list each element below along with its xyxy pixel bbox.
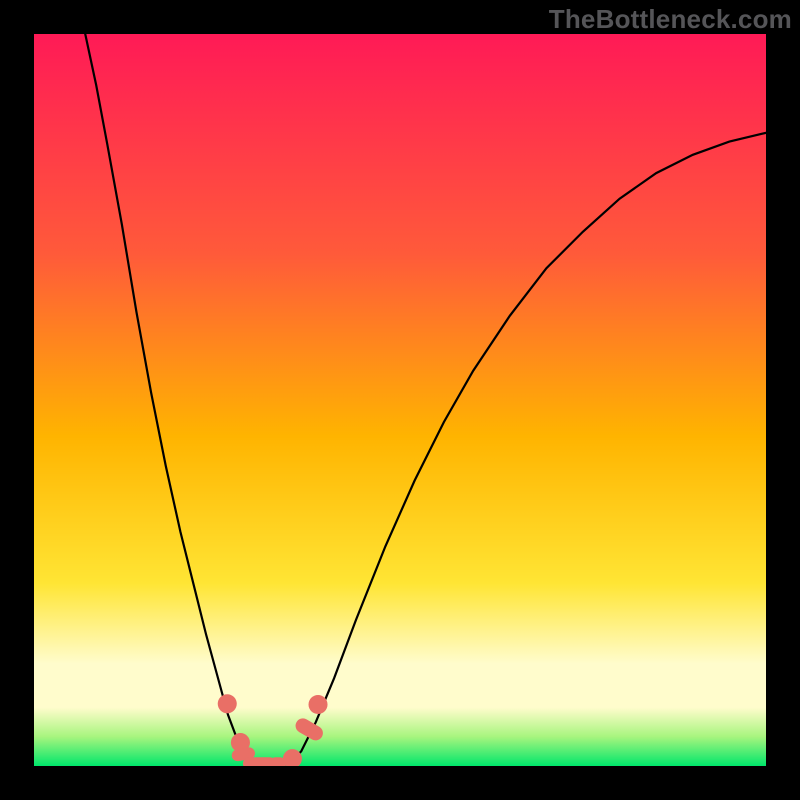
- plot-area: [34, 34, 766, 766]
- gradient-bg: [34, 34, 766, 766]
- watermark-text: TheBottleneck.com: [549, 4, 792, 35]
- data-marker: [309, 695, 328, 714]
- data-marker: [218, 694, 237, 713]
- bottleneck-chart: [34, 34, 766, 766]
- chart-frame: TheBottleneck.com: [0, 0, 800, 800]
